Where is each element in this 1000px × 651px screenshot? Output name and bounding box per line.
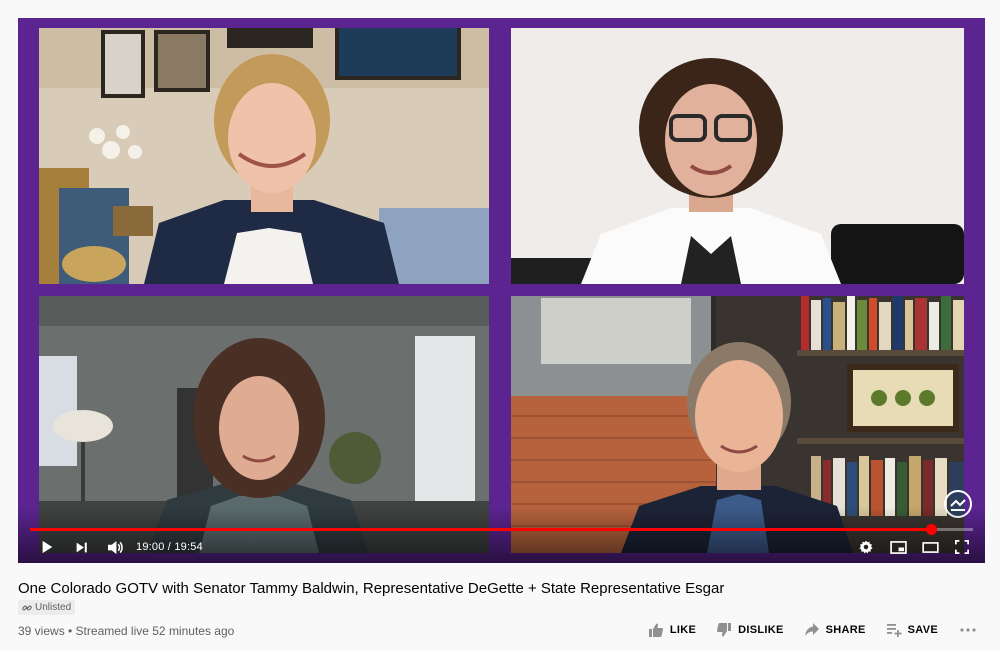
player-controls: 19:00 / 19:54 bbox=[18, 535, 985, 559]
settings-button[interactable] bbox=[851, 540, 881, 554]
video-actions: LIKE DISLIKE SHARE SAVE bbox=[628, 622, 976, 638]
time-separator: / bbox=[167, 541, 172, 553]
share-label: SHARE bbox=[825, 624, 866, 636]
dislike-label: DISLIKE bbox=[738, 624, 784, 636]
view-stats: 39 views • Streamed live 52 minutes ago bbox=[18, 624, 235, 638]
duration: 19:54 bbox=[174, 541, 203, 553]
progress-played bbox=[30, 528, 931, 531]
miniplayer-button[interactable] bbox=[883, 540, 913, 554]
participant-tile-top-left bbox=[39, 28, 489, 284]
thumbs-down-icon bbox=[717, 623, 732, 637]
share-icon bbox=[804, 623, 819, 636]
fullscreen-icon bbox=[955, 540, 969, 554]
play-icon bbox=[42, 540, 53, 554]
time-display: 19:00 / 19:54 bbox=[136, 541, 203, 553]
progress-bar[interactable] bbox=[30, 524, 973, 535]
link-icon bbox=[22, 605, 32, 610]
progress-scrubber[interactable] bbox=[925, 524, 937, 535]
play-button[interactable] bbox=[32, 540, 62, 554]
video-title: One Colorado GOTV with Senator Tammy Bal… bbox=[18, 580, 725, 597]
dislike-button[interactable]: DISLIKE bbox=[716, 622, 784, 638]
thumbs-up-icon bbox=[648, 623, 663, 637]
save-button[interactable]: SAVE bbox=[886, 622, 938, 638]
more-icon bbox=[960, 628, 976, 632]
next-button[interactable] bbox=[66, 541, 96, 554]
fullscreen-button[interactable] bbox=[947, 540, 977, 554]
video-player[interactable]: 19:00 / 19:54 bbox=[18, 18, 985, 563]
like-button[interactable]: LIKE bbox=[648, 622, 696, 638]
share-button[interactable]: SHARE bbox=[804, 622, 866, 638]
visibility-label: Unlisted bbox=[35, 602, 72, 613]
theater-mode-button[interactable] bbox=[915, 541, 945, 553]
playlist-add-icon bbox=[886, 624, 902, 637]
theater-icon bbox=[921, 541, 939, 553]
save-label: SAVE bbox=[907, 624, 938, 636]
volume-icon bbox=[107, 540, 123, 554]
next-icon bbox=[76, 542, 87, 552]
miniplayer-icon bbox=[889, 540, 907, 554]
current-time: 19:00 bbox=[136, 541, 165, 553]
participant-tile-top-right bbox=[511, 28, 964, 284]
volume-button[interactable] bbox=[100, 540, 130, 555]
settings-icon bbox=[859, 540, 873, 554]
more-actions-button[interactable] bbox=[960, 628, 976, 632]
like-label: LIKE bbox=[669, 624, 697, 636]
unlisted-badge: Unlisted bbox=[18, 600, 76, 615]
